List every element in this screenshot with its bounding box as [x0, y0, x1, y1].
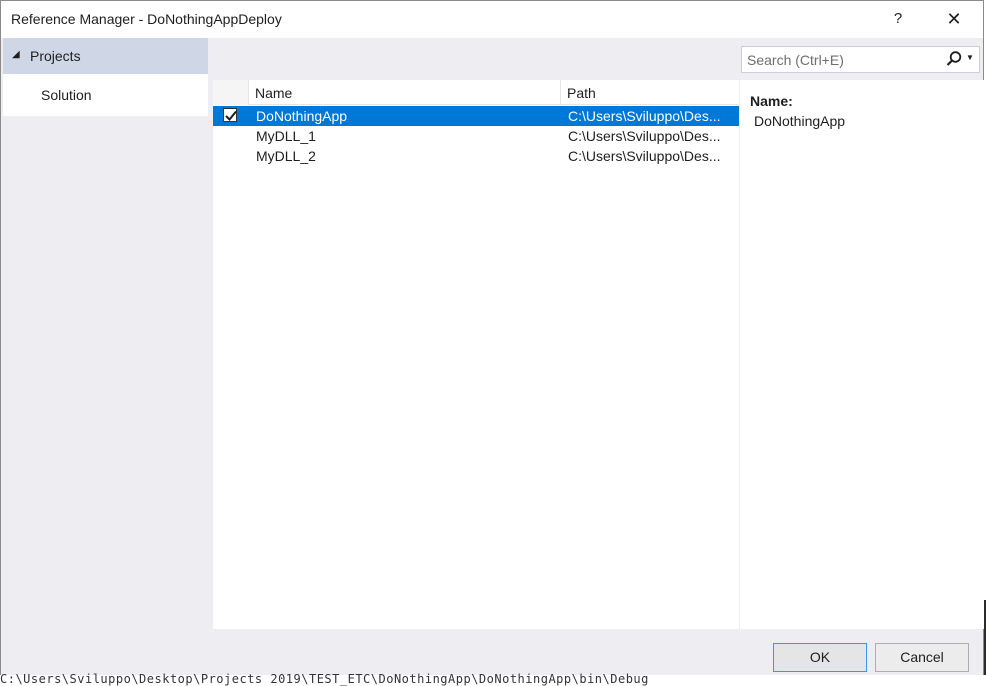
column-header-check[interactable]	[213, 80, 249, 105]
ok-button[interactable]: OK	[773, 643, 867, 672]
project-list: Name Path DoNothingApp C:\Users\Sviluppo…	[213, 80, 739, 629]
list-row-mydll1[interactable]: MyDLL_1 C:\Users\Sviluppo\Des...	[213, 126, 739, 146]
column-header-label: Path	[567, 85, 596, 101]
column-header-path[interactable]: Path	[561, 80, 739, 105]
title-bar: Reference Manager - DoNothingAppDeploy ?…	[1, 1, 983, 38]
list-header: Name Path	[213, 80, 739, 105]
list-row-donothingapp[interactable]: DoNothingApp C:\Users\Sviluppo\Des...	[213, 106, 739, 126]
column-header-label: Name	[255, 85, 293, 101]
cancel-button[interactable]: Cancel	[875, 643, 969, 672]
close-button[interactable]: ✕	[939, 7, 969, 31]
search-box[interactable]: ▼	[741, 46, 980, 73]
row-path: C:\Users\Sviluppo\Des...	[568, 148, 721, 164]
list-row-mydll2[interactable]: MyDLL_2 C:\Users\Sviluppo\Des...	[213, 146, 739, 166]
chevron-down-icon[interactable]: ▼	[966, 53, 974, 62]
row-name: MyDLL_1	[256, 128, 316, 144]
collapse-triangle-icon[interactable]: ◢	[12, 49, 20, 60]
sidebar-item-solution[interactable]: Solution	[3, 74, 208, 116]
details-pane: Name: DoNothingApp	[739, 80, 984, 629]
background-window-strip: C:\Users\Sviluppo\Desktop\Projects 2019\…	[0, 672, 986, 686]
help-button[interactable]: ?	[883, 7, 913, 31]
details-name-value: DoNothingApp	[754, 113, 846, 129]
row-path: C:\Users\Sviluppo\Des...	[568, 108, 721, 124]
checkbox-checked-icon[interactable]	[223, 108, 237, 122]
row-path: C:\Users\Sviluppo\Des...	[568, 128, 721, 144]
search-icon[interactable]	[945, 50, 963, 68]
reference-manager-dialog: Reference Manager - DoNothingAppDeploy ?…	[0, 0, 984, 676]
dialog-title: Reference Manager - DoNothingAppDeploy	[11, 11, 282, 27]
dialog-footer: OK Cancel	[1, 629, 983, 676]
details-name-label: Name:	[750, 93, 793, 109]
column-header-name[interactable]: Name	[249, 80, 561, 105]
background-path-text: C:\Users\Sviluppo\Desktop\Projects 2019\…	[0, 672, 649, 686]
sidebar-group-label: Projects	[30, 48, 81, 64]
row-name: MyDLL_2	[256, 148, 316, 164]
row-name: DoNothingApp	[256, 108, 348, 124]
sidebar: ◢ Projects Solution	[3, 38, 208, 628]
sidebar-group-projects[interactable]: ◢ Projects	[3, 38, 208, 74]
sidebar-item-label: Solution	[41, 87, 92, 103]
search-input[interactable]	[747, 50, 937, 69]
